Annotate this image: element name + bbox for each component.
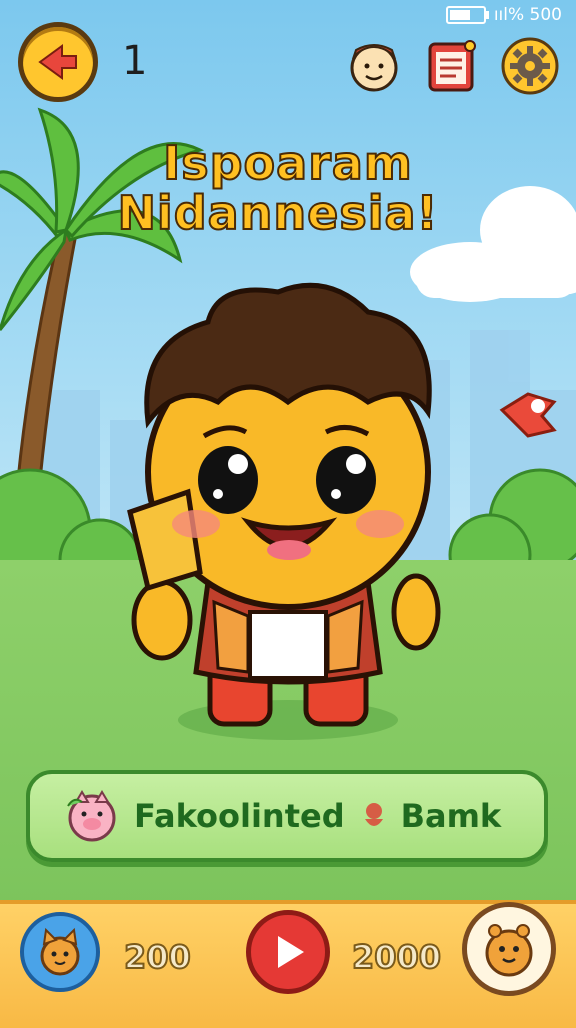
battery-icon bbox=[445, 6, 489, 24]
level-number: 1 bbox=[122, 38, 148, 84]
coin-figure-icon bbox=[364, 803, 383, 826]
back-button[interactable] bbox=[18, 22, 98, 102]
notebook-button[interactable] bbox=[424, 38, 480, 94]
game-title-line1: Ispoaram bbox=[162, 135, 413, 191]
companion-character-icon bbox=[485, 924, 533, 977]
play-icon bbox=[278, 936, 304, 968]
notebook-icon bbox=[428, 40, 476, 92]
pig-icon bbox=[67, 790, 116, 842]
signal-text: ııl% 500 bbox=[493, 5, 562, 25]
play-button[interactable] bbox=[246, 910, 330, 994]
banner-text-second: Bamk bbox=[400, 797, 502, 835]
banner-text-first: Fakoolinted bbox=[134, 797, 345, 835]
profile-button[interactable] bbox=[346, 38, 402, 94]
game-title-line2: Nidannesia! bbox=[116, 185, 439, 241]
pet-button[interactable] bbox=[20, 912, 100, 992]
score-right: 2000 bbox=[351, 937, 442, 977]
companion-button[interactable] bbox=[462, 902, 556, 996]
info-banner[interactable]: Fakoolinted Bamk bbox=[26, 770, 548, 862]
character-face-icon bbox=[350, 44, 398, 92]
back-arrow-icon bbox=[38, 44, 77, 80]
status-bar: ııl% 500 bbox=[445, 4, 562, 26]
score-left: 200 bbox=[123, 937, 192, 977]
fox-pet-icon bbox=[40, 927, 80, 976]
settings-button[interactable] bbox=[500, 36, 560, 96]
map-flag-icon[interactable] bbox=[498, 386, 568, 442]
gear-icon bbox=[501, 37, 559, 95]
mascot-character[interactable] bbox=[118, 272, 458, 752]
